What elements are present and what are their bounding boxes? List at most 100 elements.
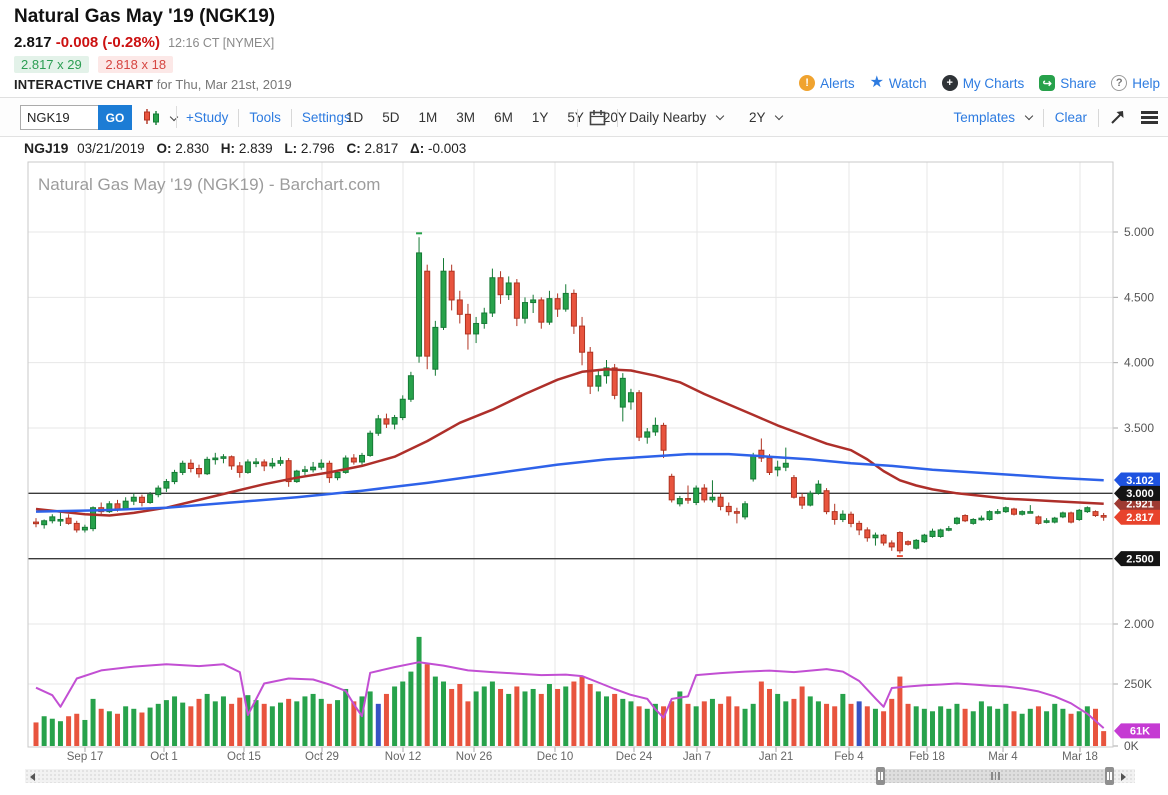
symbol-input[interactable] xyxy=(20,105,98,130)
scroll-left-arrow[interactable] xyxy=(30,773,35,781)
svg-text:Feb 4: Feb 4 xyxy=(834,751,864,763)
interactive-chart-label: INTERACTIVE CHART for Thu, Mar 21st, 201… xyxy=(14,77,292,92)
range-button-5d[interactable]: 5D xyxy=(382,110,399,125)
help-icon: ? xyxy=(1111,75,1127,91)
delta-value: -0.003 xyxy=(428,141,466,156)
templates-dropdown[interactable]: Templates xyxy=(953,110,1031,125)
range-button-1y[interactable]: 1Y xyxy=(532,110,549,125)
expand-arrow-icon[interactable] xyxy=(1110,110,1125,125)
range-button-1d[interactable]: 1D xyxy=(346,110,363,125)
templates-label: Templates xyxy=(953,110,1015,125)
svg-text:0K: 0K xyxy=(1124,739,1139,753)
separator xyxy=(1043,109,1044,127)
toolbar-separator xyxy=(176,106,177,128)
svg-text:4.000: 4.000 xyxy=(1124,356,1154,370)
ask-chip: 2.818 x 18 xyxy=(98,56,173,73)
chart-toolbar: GO +Study Tools Settings 1D5D1M3M6M1Y5Y2… xyxy=(0,98,1168,137)
span-dropdown[interactable]: 2Y xyxy=(749,110,782,125)
delta-label: Δ: xyxy=(410,141,424,156)
low-label: L: xyxy=(284,141,297,156)
price-change: -0.008 (-0.28%) xyxy=(56,34,160,51)
ohlc-readout: NGJ19 03/21/2019 O: 2.830 H: 2.839 L: 2.… xyxy=(24,140,474,156)
separator xyxy=(1098,109,1099,127)
svg-text:2.000: 2.000 xyxy=(1124,617,1154,631)
help-link[interactable]: ? Help xyxy=(1111,75,1160,91)
scrollbar-grip[interactable] xyxy=(991,772,1000,780)
svg-text:Oct 1: Oct 1 xyxy=(150,751,177,763)
separator xyxy=(238,109,239,127)
svg-text:2.817: 2.817 xyxy=(1126,512,1154,524)
svg-text:2.500: 2.500 xyxy=(1126,553,1154,565)
svg-text:5.000: 5.000 xyxy=(1124,225,1154,239)
svg-text:Oct 15: Oct 15 xyxy=(227,751,261,763)
close-label: C: xyxy=(346,141,360,156)
menu-icon[interactable] xyxy=(1141,109,1158,127)
ohlc-date: 03/21/2019 xyxy=(77,141,145,156)
toolbar-links: +Study Tools Settings xyxy=(186,98,351,137)
alerts-link[interactable]: ! Alerts xyxy=(799,75,855,91)
separator xyxy=(291,109,292,127)
high-label: H: xyxy=(221,141,235,156)
svg-text:Jan 7: Jan 7 xyxy=(683,751,711,763)
calendar-icon[interactable] xyxy=(589,109,606,126)
watch-link[interactable]: ★ Watch xyxy=(870,75,927,91)
share-link[interactable]: ↪ Share xyxy=(1039,75,1096,91)
bid-chip: 2.817 x 29 xyxy=(14,56,89,73)
candlestick-icon xyxy=(142,108,164,126)
candles-layer xyxy=(34,232,1107,557)
ohlc-symbol: NGJ19 xyxy=(24,140,68,156)
price-flags-layer: 3.1022.9213.0002.8172.50061K xyxy=(1114,473,1160,739)
my-charts-label: My Charts xyxy=(963,76,1025,91)
bid-ask-row: 2.817 x 29 2.818 x 18 xyxy=(14,56,179,73)
frequency-dropdown[interactable]: Daily Nearby xyxy=(629,110,723,125)
open-value: 2.830 xyxy=(175,141,209,156)
star-icon: ★ xyxy=(870,75,884,91)
svg-text:Dec 10: Dec 10 xyxy=(537,751,573,763)
interactive-chart-title: INTERACTIVE CHART xyxy=(14,77,153,92)
alerts-label: Alerts xyxy=(820,76,855,91)
range-button-3m[interactable]: 3M xyxy=(456,110,475,125)
page-title: Natural Gas May '19 (NGK19) xyxy=(14,6,275,28)
toolbar-middle: Daily Nearby 2Y xyxy=(566,98,782,137)
chart-type-selector[interactable] xyxy=(142,108,177,126)
svg-text:3.102: 3.102 xyxy=(1126,475,1154,487)
header-links: ! Alerts ★ Watch + My Charts ↪ Share ? H… xyxy=(791,75,1160,91)
range-button-6m[interactable]: 6M xyxy=(494,110,513,125)
help-label: Help xyxy=(1132,76,1160,91)
alert-icon: ! xyxy=(799,75,815,91)
scroll-right-arrow[interactable] xyxy=(1121,773,1126,781)
clear-button[interactable]: Clear xyxy=(1055,110,1087,125)
settings-button[interactable]: Settings xyxy=(302,110,351,125)
my-charts-link[interactable]: + My Charts xyxy=(942,75,1025,91)
chevron-down-icon xyxy=(775,112,783,120)
svg-text:Natural Gas May '19 (NGK19) -: Natural Gas May '19 (NGK19) - Barchart.c… xyxy=(38,175,380,194)
chevron-down-icon xyxy=(716,112,724,120)
svg-text:61K: 61K xyxy=(1130,726,1150,738)
last-price: 2.817 xyxy=(14,34,52,51)
svg-text:Feb 18: Feb 18 xyxy=(909,751,945,763)
quote-line: 2.817 -0.008 (-0.28%) 12:16 CT [NYMEX] xyxy=(14,34,274,51)
watch-label: Watch xyxy=(889,76,927,91)
share-label: Share xyxy=(1060,76,1096,91)
frequency-value: Daily Nearby xyxy=(629,110,706,125)
share-icon: ↪ xyxy=(1039,75,1055,91)
interactive-chart-date: for Thu, Mar 21st, 2019 xyxy=(153,77,292,92)
span-value: 2Y xyxy=(749,110,765,125)
scrollbar-left-handle[interactable] xyxy=(876,767,885,785)
volume-layer xyxy=(34,637,1107,746)
svg-text:Sep 17: Sep 17 xyxy=(67,751,103,763)
separator xyxy=(617,109,618,127)
svg-text:Mar 18: Mar 18 xyxy=(1062,751,1098,763)
svg-text:250K: 250K xyxy=(1124,677,1152,691)
add-study-button[interactable]: +Study xyxy=(186,110,228,125)
scrollbar-right-handle[interactable] xyxy=(1105,767,1114,785)
price-chart-canvas[interactable]: Natural Gas May '19 (NGK19) - Barchart.c… xyxy=(0,160,1168,768)
range-button-1m[interactable]: 1M xyxy=(419,110,438,125)
chevron-down-icon xyxy=(1024,112,1032,120)
chart-scrollbar-track[interactable] xyxy=(25,769,1135,783)
go-button[interactable]: GO xyxy=(98,105,132,130)
svg-text:Jan 21: Jan 21 xyxy=(759,751,794,763)
svg-text:Nov 12: Nov 12 xyxy=(385,751,421,763)
tools-button[interactable]: Tools xyxy=(249,110,281,125)
svg-text:Oct 29: Oct 29 xyxy=(305,751,339,763)
